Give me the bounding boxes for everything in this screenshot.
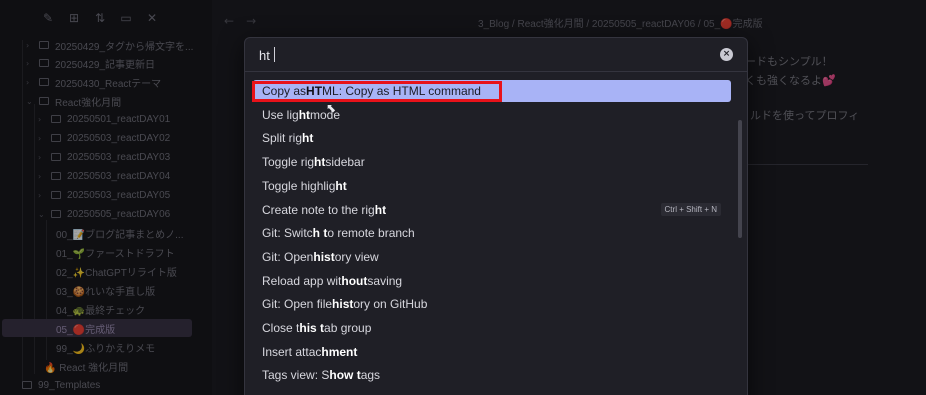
command-result[interactable]: Git: Open file hist ory on GitHub	[253, 293, 731, 315]
clear-search-icon[interactable]: ×	[720, 48, 733, 61]
command-result[interactable]: Close t his t ab group	[253, 317, 731, 339]
mouse-cursor-icon: ⬉	[326, 101, 337, 115]
command-result[interactable]: Git: Switc h to remote branch	[253, 222, 731, 244]
hotkey-badge: Ctrl + Shift + N	[660, 202, 721, 216]
results-scrollbar[interactable]	[738, 120, 742, 238]
command-result[interactable]: Create note to the rig ht Ctrl + Shift + N	[253, 199, 731, 221]
command-palette: × Copy as HTML: Copy as HTML command Use…	[244, 37, 748, 395]
command-result[interactable]: Use lig ht mode	[253, 104, 731, 126]
command-result[interactable]: Toggle highlig ht	[253, 175, 731, 197]
command-result[interactable]: Tags view: Show t ags	[253, 364, 731, 386]
command-result[interactable]: Reload app wit hout saving	[253, 270, 731, 292]
command-result-selected[interactable]: Copy as HT ML: Copy as HTML command	[253, 80, 731, 102]
command-result[interactable]: Insert attac hment	[253, 341, 731, 363]
text-caret	[274, 47, 275, 62]
palette-search-bar: ×	[245, 38, 747, 72]
command-search-input[interactable]	[259, 44, 699, 66]
command-result[interactable]: Toggle rig ht sidebar	[253, 151, 731, 173]
command-result[interactable]: Split rig ht	[253, 127, 731, 149]
command-result[interactable]: Git: Open hist ory view	[253, 246, 731, 268]
